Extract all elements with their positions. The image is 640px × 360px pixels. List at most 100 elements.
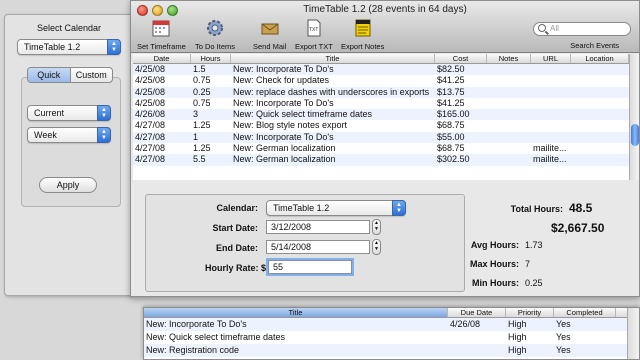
table-row[interactable]: 4/25/08 0.75 New: Incorporate To Do's $41.2… <box>133 98 629 109</box>
end-date-field[interactable]: 5/14/2008 <box>266 240 370 254</box>
table-row[interactable]: 4/27/08 5.5 New: German localization $302.5… <box>133 154 629 166</box>
table-row[interactable]: 4/26/08 3 New: Quick select timeframe date… <box>133 109 629 121</box>
total-hours-value: 48.5 <box>569 201 593 215</box>
apply-button[interactable]: Apply <box>39 177 97 193</box>
hourly-rate-field[interactable]: 55 <box>268 260 352 274</box>
unit-select[interactable]: Week ▲ ▼ <box>27 127 111 143</box>
start-date-stepper[interactable]: ▲ ▼ <box>372 219 381 235</box>
timeframe-mode-segmented[interactable]: Quick Custom <box>27 67 113 83</box>
todo-row[interactable]: New: Registration code High Yes <box>144 344 639 357</box>
min-hours-label: Min Hours: <box>472 278 519 288</box>
col-header-cost[interactable]: Cost <box>435 54 487 63</box>
cell-cost: $41.25 <box>437 75 465 86</box>
cell-hours: 0.75 <box>193 97 211 108</box>
end-date-stepper[interactable]: ▲ ▼ <box>372 239 381 255</box>
cell-title: New: German localization <box>233 154 336 165</box>
cell-date: 4/27/08 <box>135 143 166 154</box>
table-row[interactable]: 4/25/08 0.25 New: replace dashes with unde… <box>133 86 629 98</box>
hourly-rate-label: Hourly Rate: $ <box>204 263 266 273</box>
events-scroll-thumb[interactable] <box>631 124 639 146</box>
export-notes-label: Export Notes <box>341 42 385 51</box>
search-placeholder: All <box>550 24 559 33</box>
cell-url <box>531 120 571 131</box>
start-date-label: Start Date: <box>212 223 258 233</box>
cell-date: 4/27/08 <box>135 131 166 142</box>
todo-cell-due-date <box>448 331 506 344</box>
send-mail-button[interactable]: Send Mail <box>253 18 286 51</box>
cell-date: 4/27/08 <box>135 154 166 165</box>
export-txt-button[interactable]: TXT Export TXT <box>295 18 333 51</box>
todo-row[interactable]: New: Quick select timeframe dates High Yes <box>144 331 639 344</box>
notes-icon <box>355 19 371 37</box>
start-date-field[interactable]: 3/12/2008 <box>266 220 370 234</box>
table-row[interactable]: 4/27/08 1.25 New: Blog style notes export $… <box>133 120 629 131</box>
todo-cell-title: New: Quick select timeframe dates <box>146 332 286 342</box>
todo-col-priority[interactable]: Priority <box>506 308 554 317</box>
todo-cell-due-date <box>448 344 506 357</box>
send-mail-label: Send Mail <box>253 42 287 51</box>
col-header-title[interactable]: Title <box>231 54 435 63</box>
set-timeframe-button[interactable]: Set Timeframe <box>137 18 186 51</box>
col-header-location[interactable]: Location <box>571 54 629 63</box>
cell-title: New: Incorporate To Do's <box>233 131 334 142</box>
cell-url <box>531 64 571 75</box>
text-file-icon: TXT <box>307 19 321 37</box>
cell-url: mailite... <box>533 143 567 154</box>
cell-date: 4/25/08 <box>135 97 166 108</box>
popup-arrows-icon: ▲ ▼ <box>97 127 111 143</box>
cell-title: New: Incorporate To Do's <box>233 97 334 108</box>
cell-title: New: Blog style notes export <box>233 120 348 131</box>
range-select[interactable]: Current ▲ ▼ <box>27 105 111 121</box>
todo-col-due-date[interactable]: Due Date <box>448 308 506 317</box>
todo-col-title[interactable]: Title <box>144 308 448 317</box>
cell-date: 4/25/08 <box>135 64 166 74</box>
min-hours-value: 0.25 <box>525 278 543 288</box>
cell-notes <box>487 120 531 131</box>
cell-date: 4/27/08 <box>135 120 166 131</box>
set-timeframe-label: Set Timeframe <box>137 42 186 51</box>
cell-notes <box>487 143 531 154</box>
table-row[interactable]: 4/27/08 1 New: Incorporate To Do's $55.00 <box>133 131 629 144</box>
cell-title: New: Incorporate To Do's <box>233 64 334 74</box>
detail-calendar-select[interactable]: TimeTable 1.2 ▲ ▼ <box>266 200 406 216</box>
seg-custom[interactable]: Custom <box>71 68 113 82</box>
export-notes-button[interactable]: Export Notes <box>341 18 384 51</box>
search-label: Search Events <box>570 41 619 50</box>
todo-cell-priority: High <box>508 332 527 342</box>
table-row[interactable]: 4/25/08 0.75 New: Check for updates $41.25 <box>133 75 629 86</box>
col-header-notes[interactable]: Notes <box>487 54 531 63</box>
mail-icon <box>261 23 279 35</box>
events-table: Date Hours Title Cost Notes URL Location… <box>133 54 629 180</box>
search-icon <box>538 24 546 32</box>
cell-cost: $41.25 <box>437 97 465 108</box>
cell-cost: $55.00 <box>437 131 465 142</box>
col-header-url[interactable]: URL <box>531 54 571 63</box>
avg-hours-label: Avg Hours: <box>470 240 519 250</box>
col-header-date[interactable]: Date <box>133 54 191 63</box>
todo-cell-completed: Yes <box>556 332 571 342</box>
todo-cell-due-date: 4/26/08 <box>450 319 481 329</box>
cell-url <box>531 132 571 143</box>
todo-col-completed[interactable]: Completed <box>554 308 616 317</box>
col-header-hours[interactable]: Hours <box>191 54 231 63</box>
cell-notes <box>487 75 531 86</box>
cell-cost: $165.00 <box>437 109 470 120</box>
todo-items-button[interactable]: To Do Items <box>195 18 235 51</box>
todo-row[interactable]: New: Incorporate To Do's 4/26/08 High Yes <box>144 318 639 331</box>
search-input[interactable]: All <box>533 22 631 36</box>
calendar-icon <box>152 20 170 37</box>
table-row[interactable]: 4/27/08 1.25 New: German localization $68.7… <box>133 143 629 154</box>
summary-form: Calendar: TimeTable 1.2 ▲ ▼ Start Date: 3… <box>145 194 465 292</box>
total-hours-label: Total Hours: <box>510 204 563 214</box>
table-row[interactable]: 4/25/08 1.5 New: Incorporate To Do's $82.50 <box>133 64 629 76</box>
cell-location <box>571 109 629 120</box>
seg-quick[interactable]: Quick <box>28 68 71 82</box>
cell-cost: $13.75 <box>437 86 465 97</box>
events-scrollbar[interactable] <box>629 54 639 180</box>
cell-location <box>571 132 629 143</box>
cell-url <box>531 75 571 86</box>
cell-title: New: German localization <box>233 143 336 154</box>
todo-scrollbar[interactable] <box>627 308 639 359</box>
todo-cell-completed: Yes <box>556 345 571 355</box>
calendar-select[interactable]: TimeTable 1.2 ▲ ▼ <box>17 39 121 55</box>
